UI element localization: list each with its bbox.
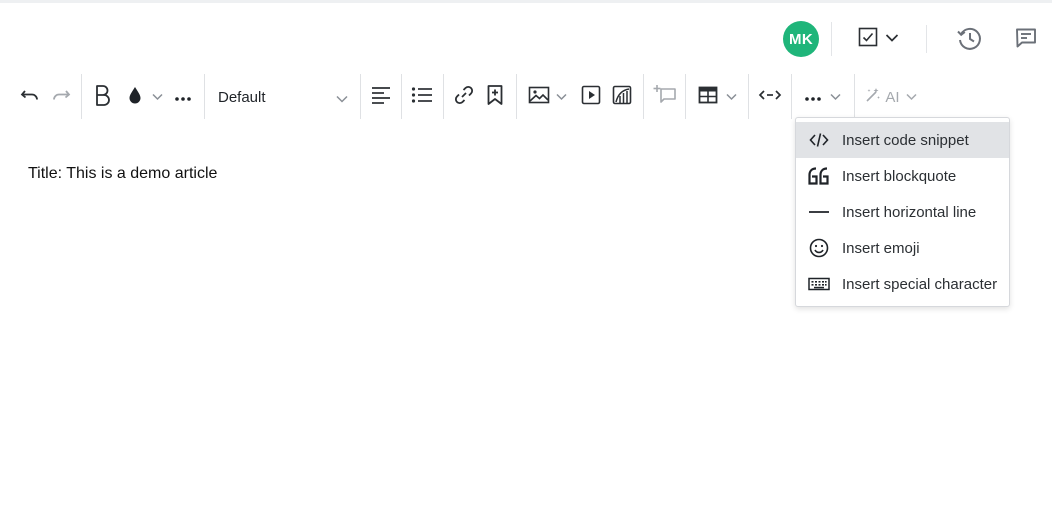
link-button[interactable]	[451, 73, 477, 121]
ai-assistant-button[interactable]: AI	[861, 73, 921, 121]
insert-image-button[interactable]	[524, 73, 570, 121]
chart-icon	[612, 85, 632, 110]
chevron-down-icon	[725, 93, 737, 101]
toolbar-divider	[443, 74, 444, 119]
link-icon	[453, 84, 475, 111]
more-insert-button[interactable]	[799, 73, 847, 121]
menu-item-label: Insert emoji	[842, 239, 920, 257]
blockquote-icon	[808, 165, 830, 187]
more-insert-menu: Insert code snippet Insert blockquote In…	[795, 117, 1010, 307]
task-status-button[interactable]	[857, 26, 899, 52]
menu-item-insert-code-snippet[interactable]: Insert code snippet	[796, 122, 1009, 158]
insert-comment-button[interactable]	[651, 73, 679, 121]
chevron-down-icon	[906, 93, 917, 101]
comments-button[interactable]	[1014, 26, 1038, 55]
avatar-initials: MK	[789, 30, 813, 48]
insert-chart-button[interactable]	[609, 73, 635, 121]
menu-item-insert-emoji[interactable]: Insert emoji	[796, 230, 1009, 266]
toolbar-divider	[401, 74, 402, 119]
menu-item-label: Insert horizontal line	[842, 203, 977, 221]
font-family-select[interactable]: Default	[208, 73, 354, 121]
media-play-icon	[581, 85, 601, 110]
bookmark-button[interactable]	[482, 73, 508, 121]
bold-icon	[92, 83, 112, 112]
menu-item-label: Insert special character	[842, 275, 998, 293]
chevron-down-icon	[555, 93, 567, 101]
revision-history-button[interactable]	[955, 24, 983, 57]
history-icon	[955, 24, 983, 57]
document-paragraph[interactable]: Title: This is a demo article	[28, 165, 217, 183]
redo-icon	[51, 87, 71, 108]
menu-item-insert-horizontal-line[interactable]: Insert horizontal line	[796, 194, 1009, 230]
bookmark-add-icon	[485, 84, 505, 111]
align-button[interactable]	[368, 73, 394, 121]
more-horizontal-icon	[175, 88, 191, 106]
font-family-value: Default	[218, 88, 266, 106]
more-formatting-button[interactable]	[172, 73, 194, 121]
toolbar-divider	[685, 74, 686, 119]
undo-icon	[20, 87, 40, 108]
toolbar-divider	[854, 74, 855, 119]
toolbar-divider	[204, 74, 205, 119]
font-color-button[interactable]	[120, 73, 168, 121]
insert-media-button[interactable]	[578, 73, 604, 121]
keyboard-icon	[808, 273, 830, 295]
align-left-icon	[371, 86, 391, 109]
insert-table-button[interactable]	[693, 73, 741, 121]
chevron-down-icon	[830, 93, 841, 101]
horizontal-line-icon	[808, 201, 830, 223]
checkbox-icon	[857, 26, 879, 53]
avatar[interactable]: MK	[783, 21, 819, 57]
top-border	[0, 0, 1052, 3]
full-width-button[interactable]	[755, 73, 785, 121]
emoji-icon	[808, 237, 830, 259]
more-horizontal-icon	[805, 88, 821, 106]
table-icon	[698, 86, 718, 109]
chevron-down-icon	[336, 91, 348, 108]
header-divider	[926, 25, 927, 53]
bold-button[interactable]	[89, 73, 115, 121]
toolbar-divider	[516, 74, 517, 119]
header-divider	[831, 22, 832, 56]
add-comment-icon	[653, 84, 677, 111]
toolbar-divider	[643, 74, 644, 119]
font-color-icon	[126, 85, 144, 110]
ai-label: AI	[885, 88, 900, 106]
toolbar-divider	[748, 74, 749, 119]
chevron-down-icon	[885, 30, 899, 48]
menu-item-insert-blockquote[interactable]: Insert blockquote	[796, 158, 1009, 194]
chevron-down-icon	[151, 93, 163, 101]
bulleted-list-button[interactable]	[409, 73, 435, 121]
menu-item-label: Insert code snippet	[842, 131, 969, 149]
redo-button[interactable]	[47, 73, 75, 121]
undo-button[interactable]	[16, 73, 44, 121]
toolbar-divider	[360, 74, 361, 119]
expand-horizontal-icon	[758, 88, 782, 106]
image-icon	[528, 86, 550, 109]
toolbar-divider	[791, 74, 792, 119]
magic-wand-icon	[865, 87, 881, 108]
bulleted-list-icon	[411, 86, 433, 109]
menu-item-insert-special-character[interactable]: Insert special character	[796, 266, 1009, 302]
menu-item-label: Insert blockquote	[842, 167, 957, 185]
toolbar-divider	[81, 74, 82, 119]
editor-toolbar: Default AI	[0, 73, 1052, 121]
comment-icon	[1014, 26, 1038, 55]
code-icon	[808, 129, 830, 151]
